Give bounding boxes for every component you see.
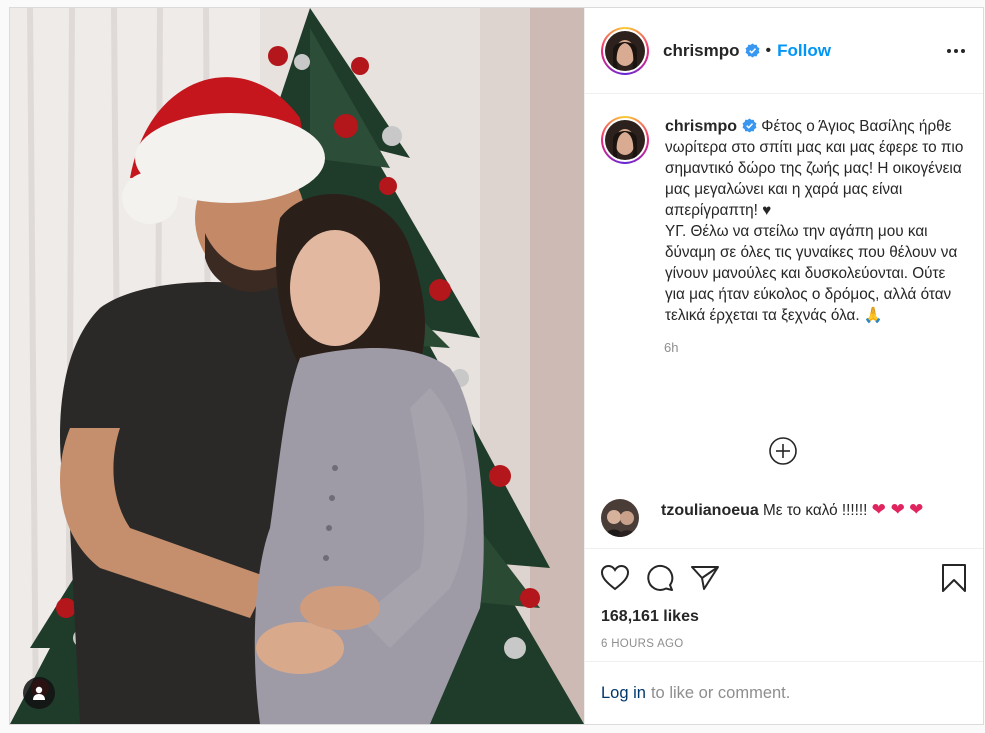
user-tag-icon[interactable] (23, 677, 55, 709)
post-photo[interactable] (10, 8, 584, 724)
comment-item: tzoulianoeua Με το καλό !!!!!! ❤ ❤ ❤ (601, 499, 956, 537)
comment-bubble-icon[interactable] (646, 561, 682, 595)
caption-body: chrismpo Φέτος ο Άγιος Βασίλης ήρθε νωρί… (665, 116, 967, 326)
action-bar: 168,161 likes 6 HOURS AGO (585, 548, 983, 661)
caption-time[interactable]: 6h (664, 340, 967, 355)
login-prompt: Log in to like or comment. (585, 661, 983, 724)
more-options-icon[interactable] (947, 43, 965, 59)
separator-dot: • (765, 41, 772, 59)
caption-verified-badge-icon (742, 118, 757, 133)
header-username[interactable]: chrismpo (663, 41, 740, 61)
commenter-avatar[interactable] (601, 499, 639, 537)
comment-body: tzoulianoeua Με το καλό !!!!!! ❤ ❤ ❤ (661, 499, 956, 521)
heart-outline-icon[interactable] (601, 561, 637, 595)
post-side-panel: chrismpo • Follow chrismpo Φέτος ο Άγιος… (584, 8, 983, 724)
photo-illustration (10, 8, 584, 724)
comment-heart-trailing: ❤ (909, 500, 924, 519)
caption-text: Φέτος ο Άγιος Βασίλης ήρθε νωρίτερα στο … (665, 118, 964, 324)
comment-username[interactable]: tzoulianoeua (661, 502, 759, 519)
plus-circle-icon[interactable] (768, 436, 798, 466)
caption-username[interactable]: chrismpo (665, 118, 737, 135)
post-date[interactable]: 6 HOURS AGO (601, 638, 967, 650)
comments-section[interactable]: chrismpo Φέτος ο Άγιος Βασίλης ήρθε νωρί… (585, 94, 983, 548)
follow-button[interactable]: Follow (777, 41, 831, 61)
caption-story-ring[interactable] (601, 116, 649, 164)
instagram-post: chrismpo • Follow chrismpo Φέτος ο Άγιος… (9, 7, 984, 725)
caption: chrismpo Φέτος ο Άγιος Βασίλης ήρθε νωρί… (601, 116, 967, 326)
login-link[interactable]: Log in (601, 684, 646, 703)
likes-count[interactable]: 168,161 likes (601, 608, 967, 626)
caption-avatar[interactable] (605, 120, 645, 160)
avatar[interactable] (605, 30, 645, 71)
bookmark-icon[interactable] (937, 561, 967, 595)
login-prompt-text: to like or comment. (650, 683, 791, 702)
paper-plane-icon[interactable] (691, 561, 727, 595)
comment-hearts: ❤ ❤ (871, 500, 905, 519)
story-ring[interactable] (601, 26, 649, 75)
post-header: chrismpo • Follow (585, 8, 983, 94)
verified-badge-icon (745, 43, 760, 58)
comment-text: Με το καλό !!!!!! (763, 502, 868, 519)
action-icons (601, 561, 967, 595)
